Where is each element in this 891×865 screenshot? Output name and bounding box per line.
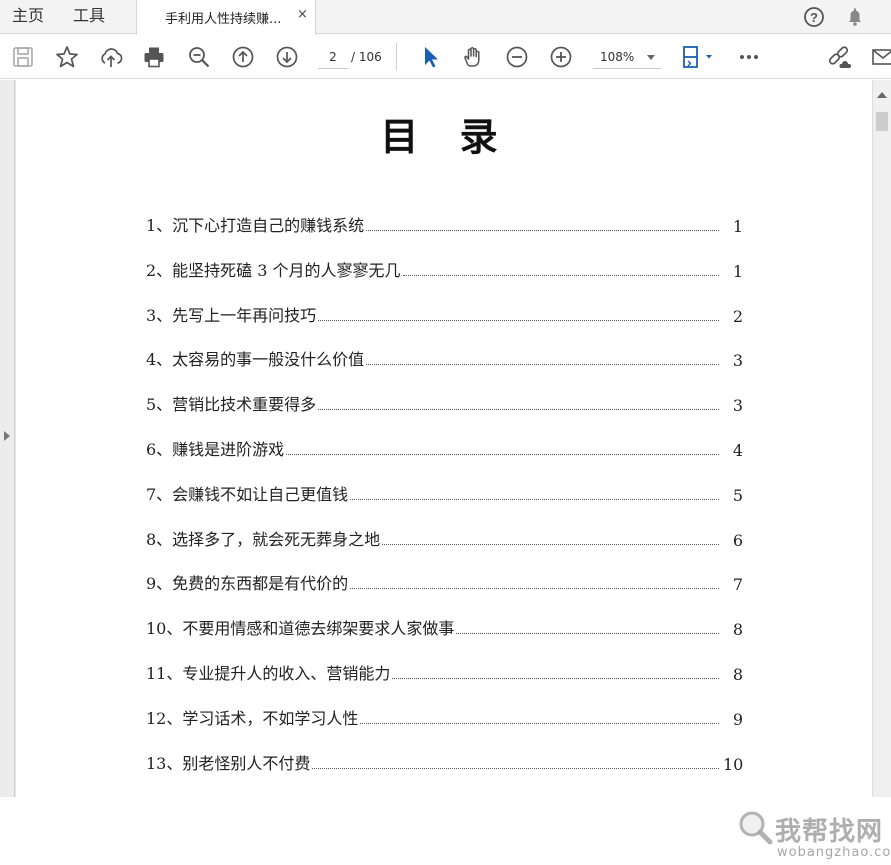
toc-item[interactable]: 12、学习话术，不如学习人性 9 xyxy=(146,703,743,729)
magnifier-logo-icon xyxy=(739,811,773,845)
toc-item-title: 4、太容易的事一般没什么价值 xyxy=(146,350,365,370)
tools-tab[interactable]: 工具 xyxy=(73,0,105,34)
toc-leader-dots xyxy=(350,498,719,500)
toc-item-title: 1、沉下心打造自己的赚钱系统 xyxy=(146,216,365,235)
watermark-text: 我帮找网 xyxy=(775,817,884,847)
toc-item-page: 4 xyxy=(732,441,743,460)
toc-item[interactable]: 7、会赚钱不如让自己更值钱 5 xyxy=(146,479,743,505)
toc-item-page: 3 xyxy=(732,351,743,371)
toc-item-page: 10 xyxy=(723,754,744,774)
toc-item-title: 13、别老怪别人不付费 xyxy=(146,753,311,773)
toc-item[interactable]: 1、沉下心打造自己的赚钱系统 1 xyxy=(146,210,743,236)
toolbar: 2 / 106 108% xyxy=(0,35,891,79)
toc-item-page: 8 xyxy=(732,665,743,684)
toc-item-page: 6 xyxy=(732,530,743,550)
toc-item-page: 8 xyxy=(732,620,743,640)
toc-item[interactable]: 5、营销比技术重要得多 3 xyxy=(146,389,743,415)
help-icon[interactable]: ? xyxy=(802,5,826,29)
hand-tool-icon[interactable] xyxy=(460,44,486,70)
home-tab[interactable]: 主页 xyxy=(12,0,44,34)
zoom-select[interactable]: 108% xyxy=(593,45,661,69)
document-viewer: 目 录 1、沉下心打造自己的赚钱系统 1 2、能坚持死磕 3 个月的人寥寥无几 1 3、… xyxy=(0,80,891,860)
toc-leader-dots xyxy=(286,454,719,455)
mail-icon[interactable] xyxy=(870,44,891,70)
fit-page-icon[interactable] xyxy=(680,44,716,70)
zoom-out-magnifier-icon[interactable] xyxy=(186,44,212,70)
toc-item-title: 8、选择多了，就会死无葬身之地 xyxy=(146,529,381,549)
scrollbar-thumb[interactable] xyxy=(876,112,888,131)
expand-panel-icon[interactable] xyxy=(4,431,10,441)
toc-item-title: 5、营销比技术重要得多 xyxy=(146,395,317,415)
toc-leader-dots xyxy=(456,633,719,635)
toc-item[interactable]: 2、能坚持死磕 3 个月的人寥寥无几 1 xyxy=(146,255,743,281)
toolbar-divider xyxy=(396,43,397,71)
toc-leader-dots xyxy=(312,767,719,769)
document-tab-label: 手利用人性持续赚... xyxy=(165,12,282,27)
more-icon[interactable] xyxy=(736,44,762,70)
svg-text:?: ? xyxy=(810,10,818,25)
toc-item-page: 1 xyxy=(732,217,743,236)
toc-item-page: 2 xyxy=(732,306,743,326)
link-icon[interactable] xyxy=(826,44,852,70)
toc-item[interactable]: 6、赚钱是进阶游戏 4 xyxy=(146,434,743,460)
toc-leader-dots xyxy=(318,409,719,411)
star-icon[interactable] xyxy=(54,44,80,70)
scroll-up-icon[interactable] xyxy=(877,92,887,98)
select-cursor-icon[interactable] xyxy=(418,44,444,70)
toc-item-page: 5 xyxy=(732,485,743,505)
tab-bar: 主页 工具 手利用人性持续赚... × ? xyxy=(0,0,891,35)
page-down-icon[interactable] xyxy=(274,44,300,70)
zoom-plus-icon[interactable] xyxy=(548,44,574,70)
toc-item-title: 10、不要用情感和道德去绑架要求人家做事 xyxy=(146,619,455,639)
vertical-scrollbar[interactable] xyxy=(872,80,891,797)
zoom-minus-icon[interactable] xyxy=(504,44,530,70)
toc-item[interactable]: 9、免费的东西都是有代价的 7 xyxy=(146,568,743,594)
page-title: 目 录 xyxy=(380,115,512,159)
watermark: 我帮找网 wobangzhao.com xyxy=(733,807,891,865)
toc-leader-dots xyxy=(382,543,719,545)
toc-item-title: 11、专业提升人的收入、营销能力 xyxy=(146,664,391,683)
upload-cloud-icon[interactable] xyxy=(98,44,124,70)
chevron-down-icon xyxy=(647,55,655,60)
bell-icon[interactable] xyxy=(843,5,867,29)
toc-leader-dots xyxy=(318,319,719,321)
toc-item[interactable]: 13、别老怪别人不付费 10 xyxy=(146,748,743,774)
page-total: / 106 xyxy=(351,50,382,64)
toc-item[interactable]: 11、专业提升人的收入、营销能力 8 xyxy=(146,658,743,684)
document-page: 目 录 1、沉下心打造自己的赚钱系统 1 2、能坚持死磕 3 个月的人寥寥无几 1 3、… xyxy=(16,80,872,797)
toc-item-title: 2、能坚持死磕 3 个月的人寥寥无几 xyxy=(146,260,401,280)
toc-item[interactable]: 10、不要用情感和道德去绑架要求人家做事 8 xyxy=(146,613,743,639)
toc-item-page: 7 xyxy=(732,575,743,595)
toc-item[interactable]: 8、选择多了，就会死无葬身之地 6 xyxy=(146,524,743,550)
toc-item[interactable]: 4、太容易的事一般没什么价值 3 xyxy=(146,344,743,370)
zoom-value: 108% xyxy=(600,50,635,64)
page-number-input[interactable]: 2 xyxy=(318,45,348,69)
toc-item-page: 3 xyxy=(732,396,743,416)
toc-leader-dots xyxy=(366,230,719,231)
left-panel-rail[interactable] xyxy=(0,80,15,797)
toc-item-title: 7、会赚钱不如让自己更值钱 xyxy=(146,484,349,504)
toc-item-title: 3、先写上一年再问技巧 xyxy=(146,305,317,325)
print-icon[interactable] xyxy=(141,44,167,70)
document-tab[interactable]: 手利用人性持续赚... × xyxy=(136,0,316,35)
toc-item-title: 6、赚钱是进阶游戏 xyxy=(146,440,285,459)
save-icon[interactable] xyxy=(10,44,36,70)
toc-item-page: 1 xyxy=(732,261,743,281)
toc-leader-dots xyxy=(366,364,719,366)
toc-leader-dots xyxy=(350,588,719,590)
page-up-icon[interactable] xyxy=(230,44,256,70)
toc-leader-dots xyxy=(360,722,719,724)
toc-item[interactable]: 3、先写上一年再问技巧 2 xyxy=(146,300,743,326)
toc-leader-dots xyxy=(392,678,719,679)
toc-item-page: 9 xyxy=(732,709,743,729)
toc-item-title: 12、学习话术，不如学习人性 xyxy=(146,708,359,728)
toc-item-title: 9、免费的东西都是有代价的 xyxy=(146,574,349,594)
watermark-url: wobangzhao.com xyxy=(777,845,891,860)
toc-leader-dots xyxy=(402,274,719,276)
close-icon[interactable]: × xyxy=(297,7,308,22)
